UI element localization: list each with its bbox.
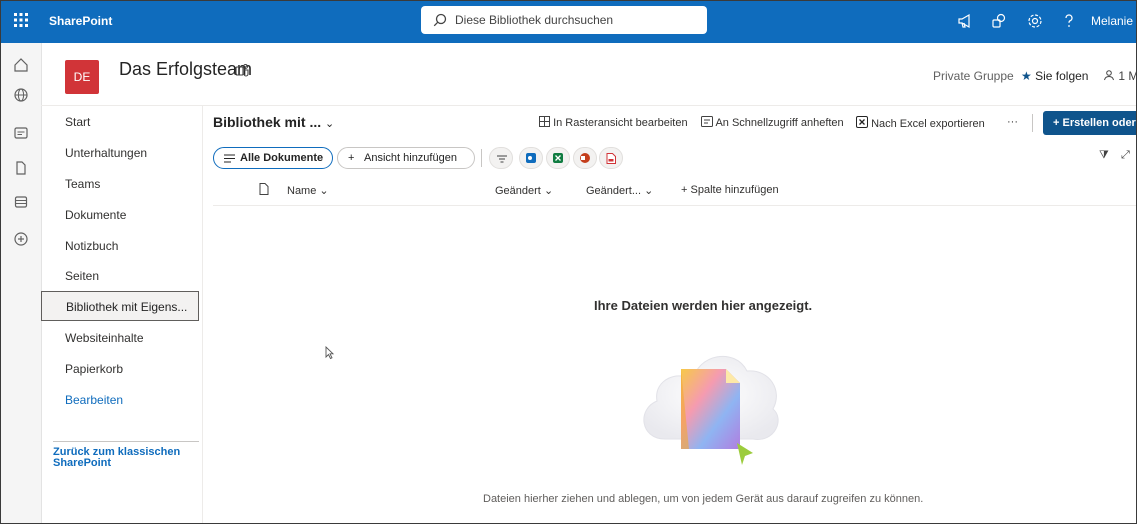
filter-button[interactable]	[489, 147, 513, 169]
nav-item-library-selected[interactable]: Bibliothek mit Eigens...	[41, 291, 199, 321]
export-excel-label: Nach Excel exportieren	[871, 118, 985, 130]
outlook-icon	[526, 153, 536, 163]
members-label: 1 M	[1118, 69, 1137, 83]
nav-item-recycle-bin[interactable]: Papierkorb	[65, 362, 123, 376]
suite-bar: SharePoint Diese Bibliothek durchsuchen …	[1, 1, 1136, 43]
teams-connected-icon[interactable]	[235, 63, 249, 77]
column-modified-by-label: Geändert...	[586, 185, 642, 197]
excel-app-icon	[553, 153, 563, 163]
powerpoint-icon	[580, 153, 590, 163]
grid-edit-command[interactable]: In Rasteransicht bearbeiten	[539, 116, 688, 129]
site-navigation: Start Unterhaltungen Teams Dokumente Not…	[41, 105, 203, 523]
plus-icon: +	[681, 184, 688, 196]
views-divider	[481, 149, 482, 167]
create-icon[interactable]	[13, 231, 29, 247]
star-icon: ★	[1021, 69, 1032, 83]
create-or-upload-button[interactable]: + Erstellen oder	[1043, 111, 1136, 135]
file-type-icon[interactable]	[259, 183, 269, 195]
chevron-down-icon: ⌄	[319, 185, 329, 197]
column-name-label: Name	[287, 185, 317, 197]
excel-icon	[856, 116, 868, 128]
mouse-pointer-icon	[325, 346, 335, 360]
site-title[interactable]: Das Erfolgsteam	[119, 59, 252, 80]
column-header-modified[interactable]: Geändert ⌄	[495, 184, 553, 197]
view-options-icon[interactable]: ⧩	[1099, 149, 1109, 162]
pin-quick-access-command[interactable]: An Schnellzugriff anheften	[701, 116, 844, 129]
follow-label: Sie folgen	[1035, 69, 1089, 83]
column-modified-label: Geändert	[495, 185, 541, 197]
globe-icon[interactable]	[13, 87, 29, 103]
nav-item-site-contents[interactable]: Websiteinhalte	[65, 331, 144, 345]
pin-icon	[701, 116, 713, 127]
nav-divider	[53, 441, 199, 442]
chevron-down-icon: ⌄	[543, 185, 554, 197]
gear-icon[interactable]	[1027, 13, 1043, 29]
site-logo[interactable]: DE	[65, 60, 99, 94]
classic-sharepoint-link[interactable]: Zurück zum klassischen SharePoint	[53, 447, 193, 469]
cloud-file-illustration	[643, 355, 779, 465]
expand-icon[interactable]: ⤢	[1121, 149, 1130, 162]
megaphone-icon[interactable]	[957, 13, 973, 29]
view-all-documents-label: Alle Dokumente	[240, 152, 324, 164]
add-view-label: Ansicht hinzufügen	[364, 152, 457, 164]
nav-item-documents[interactable]: Dokumente	[65, 208, 126, 222]
nav-edit-link[interactable]: Bearbeiten	[65, 393, 123, 407]
nav-item-pages[interactable]: Seiten	[65, 269, 99, 283]
add-view-button[interactable]: + Ansicht hinzufügen	[337, 147, 475, 169]
column-header-modified-by[interactable]: Geändert... ⌄	[586, 184, 653, 197]
home-icon[interactable]	[13, 57, 29, 73]
user-name[interactable]: Melanie S	[1091, 14, 1136, 28]
nav-item-teams[interactable]: Teams	[65, 177, 100, 191]
chevron-down-icon: ⌄	[325, 118, 335, 130]
add-column-label: Spalte hinzufügen	[690, 184, 779, 196]
app-rail	[1, 43, 42, 523]
command-divider	[1032, 114, 1033, 132]
nav-item-conversations[interactable]: Unterhaltungen	[65, 146, 147, 160]
column-header-name[interactable]: Name ⌄	[287, 184, 329, 197]
nav-item-label: Bibliothek mit Eigens...	[66, 300, 188, 314]
powerpoint-filter-chip[interactable]	[573, 147, 597, 169]
search-icon	[433, 13, 447, 27]
nav-item-start[interactable]: Start	[65, 115, 90, 129]
chevron-down-icon: ⌄	[644, 185, 654, 197]
person-icon	[1104, 70, 1114, 81]
library-title[interactable]: Bibliothek mit ... ⌄	[213, 114, 334, 130]
view-list-icon	[224, 154, 235, 163]
grid-edit-label: In Rasteransicht bearbeiten	[553, 117, 688, 129]
add-column-button[interactable]: + Spalte hinzufügen	[681, 184, 779, 196]
more-commands-button[interactable]: ···	[1007, 116, 1018, 128]
app-launcher-icon[interactable]	[13, 12, 29, 28]
pdf-filter-chip[interactable]	[599, 147, 623, 169]
members-button[interactable]: 1 M	[1103, 69, 1137, 83]
follow-button[interactable]: ★ Sie folgen	[1021, 69, 1088, 83]
grid-icon	[539, 116, 550, 127]
outlook-filter-chip[interactable]	[519, 147, 543, 169]
export-excel-command[interactable]: Nach Excel exportieren	[856, 116, 985, 130]
news-icon[interactable]	[13, 125, 29, 141]
group-type: Private Gruppe	[933, 69, 1014, 83]
nav-item-notebook[interactable]: Notizbuch	[65, 239, 118, 253]
column-header-divider	[213, 205, 1136, 206]
create-button-label: + Erstellen oder	[1053, 117, 1136, 129]
list-icon[interactable]	[13, 194, 29, 210]
excel-filter-chip[interactable]	[546, 147, 570, 169]
library-title-text: Bibliothek mit ...	[213, 114, 322, 130]
empty-state-title: Ihre Dateien werden hier angezeigt.	[594, 298, 813, 313]
document-icon[interactable]	[13, 160, 29, 176]
plus-icon: +	[348, 152, 355, 164]
search-placeholder: Diese Bibliothek durchsuchen	[455, 13, 614, 27]
sharepoint-app-icon[interactable]	[991, 13, 1007, 29]
help-icon[interactable]	[1061, 13, 1077, 29]
sharepoint-window: SharePoint Diese Bibliothek durchsuchen …	[0, 0, 1137, 524]
site-header: DE Das Erfolgsteam Private Gruppe ★ Sie …	[41, 43, 1137, 106]
view-all-documents[interactable]: Alle Dokumente	[213, 147, 333, 169]
search-box[interactable]: Diese Bibliothek durchsuchen	[421, 6, 707, 34]
empty-state-subtitle: Dateien hierher ziehen und ablegen, um v…	[483, 493, 924, 505]
pdf-icon	[606, 153, 616, 164]
filter-icon	[497, 155, 507, 163]
pin-quick-access-label: An Schnellzugriff anheften	[715, 117, 844, 129]
suite-brand[interactable]: SharePoint	[49, 14, 112, 28]
